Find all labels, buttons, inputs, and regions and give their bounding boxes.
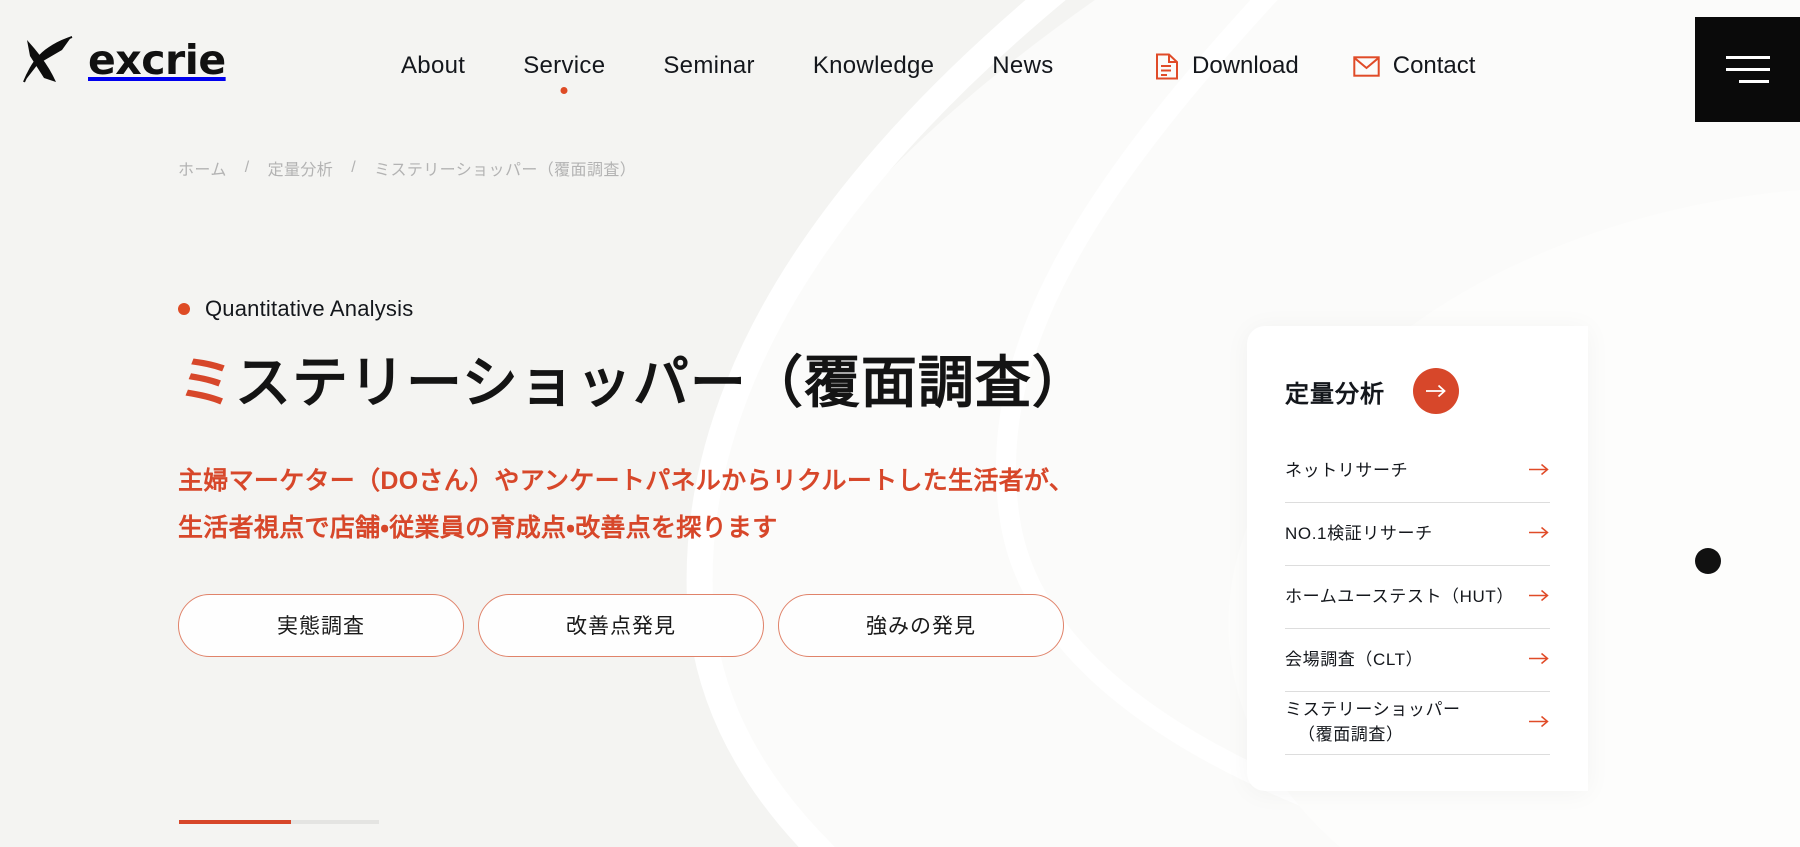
- hero-lead-line-1: 主婦マーケター（DOさん）やアンケートパネルからリクルートした生活者が、: [178, 467, 1075, 496]
- service-link-label-multiline: ミステリーショッパー （覆面調査）: [1285, 698, 1465, 747]
- site-header: excrie About Service Seminar Knowledge N…: [0, 0, 1800, 122]
- breadcrumb-item-category[interactable]: 定量分析: [268, 156, 334, 180]
- tag-pill-label: 改善点発見: [566, 615, 676, 639]
- decorative-dot: [1695, 548, 1721, 574]
- nav-item-seminar[interactable]: Seminar: [634, 52, 783, 80]
- hero-lead-line-2: 生活者視点で店舗・従業員の育成点・改善点を探ります: [178, 513, 778, 542]
- breadcrumb-item-home[interactable]: ホーム: [178, 156, 227, 180]
- tag-pill-kaizenten-hakken[interactable]: 改善点発見: [478, 593, 764, 657]
- hero-section: Quantitative Analysis ミステリーショッパー（覆面調査） 主…: [178, 296, 1208, 657]
- tag-pill-tsuyomi-no-hakken[interactable]: 強みの発見: [778, 593, 1064, 657]
- tag-pill-jittai-chosa[interactable]: 実態調査: [178, 593, 464, 657]
- service-card-header: 定量分析: [1285, 368, 1550, 414]
- arrow-right-icon: [1528, 459, 1550, 484]
- arrow-right-icon: [1528, 522, 1550, 547]
- brand-logo[interactable]: excrie: [22, 34, 226, 86]
- carousel-progress-bar[interactable]: [179, 820, 379, 824]
- service-link-home-use-test[interactable]: ホームユーステスト（HUT）: [1285, 566, 1550, 629]
- tag-pill-label: 強みの発見: [866, 615, 976, 639]
- primary-navigation: About Service Seminar Knowledge News: [372, 52, 1083, 94]
- hero-eyebrow: Quantitative Analysis: [178, 296, 1208, 322]
- service-link-label: ネットリサーチ: [1285, 460, 1409, 480]
- service-link-label: ミステリーショッパー: [1285, 700, 1461, 720]
- utility-link-label: Contact: [1392, 52, 1476, 79]
- arrow-right-icon: [1528, 711, 1550, 736]
- active-indicator-dot: [560, 87, 568, 94]
- breadcrumb: ホーム / 定量分析 / ミステリーショッパー（覆面調査）: [178, 156, 636, 180]
- utility-navigation: Download Contact: [1155, 52, 1475, 80]
- hero-lead-text: 主婦マーケター（DOさん）やアンケートパネルからリクルートした生活者が、 生活者…: [178, 458, 1208, 551]
- nav-item-label: Seminar: [663, 52, 755, 79]
- utility-link-contact[interactable]: Contact: [1353, 52, 1476, 80]
- page-title-rest: ステリーショッパー（覆面調査）: [235, 351, 1089, 416]
- nav-item-label: Knowledge: [812, 52, 935, 79]
- tag-pill-label: 実態調査: [277, 615, 365, 639]
- service-link-label: 会場調査（CLT）: [1285, 649, 1424, 669]
- service-link-label: ホームユーステスト（HUT）: [1285, 586, 1514, 606]
- nav-item-service[interactable]: Service: [494, 52, 634, 94]
- bullet-dot-icon: [178, 303, 190, 315]
- hero-eyebrow-label: Quantitative Analysis: [205, 296, 414, 321]
- service-card-title: 定量分析: [1285, 380, 1385, 408]
- carousel-progress-fill: [179, 820, 291, 824]
- menu-bar-bottom: [1739, 80, 1769, 83]
- nav-item-label: News: [992, 52, 1054, 79]
- hero-tag-list: 実態調査 改善点発見 強みの発見: [178, 593, 1208, 657]
- mail-icon: [1353, 55, 1380, 77]
- menu-bar-top: [1725, 56, 1770, 59]
- nav-item-knowledge[interactable]: Knowledge: [784, 52, 963, 80]
- service-link-label-secondline: （覆面調査）: [1298, 725, 1404, 744]
- service-link-mystery-shopper[interactable]: ミステリーショッパー （覆面調査）: [1285, 692, 1550, 755]
- breadcrumb-item-current: ミステリーショッパー（覆面調査）: [374, 162, 637, 179]
- arrow-right-circle-icon[interactable]: [1413, 368, 1459, 414]
- page-title-accent: ミ: [178, 351, 235, 416]
- arrow-mark-logo-icon: [22, 34, 80, 86]
- brand-wordmark: excrie: [88, 35, 226, 84]
- utility-link-download[interactable]: Download: [1155, 52, 1299, 80]
- hamburger-menu-icon[interactable]: [1695, 17, 1800, 122]
- utility-link-label: Download: [1192, 52, 1299, 79]
- nav-item-label: Service: [523, 52, 606, 79]
- service-link-clt[interactable]: 会場調査（CLT）: [1285, 629, 1550, 692]
- nav-item-about[interactable]: About: [372, 52, 494, 80]
- breadcrumb-separator: /: [244, 159, 250, 176]
- service-category-card: 定量分析 ネットリサーチ NO.1検証リサーチ ホームユーステスト（HUT） 会…: [1247, 326, 1588, 791]
- service-link-no1-verification[interactable]: NO.1検証リサーチ: [1285, 503, 1550, 566]
- nav-item-label: About: [401, 52, 466, 79]
- arrow-right-icon: [1528, 648, 1550, 673]
- arrow-right-icon: [1528, 585, 1550, 610]
- service-link-net-research[interactable]: ネットリサーチ: [1285, 440, 1550, 503]
- page-title: ミステリーショッパー（覆面調査）: [178, 351, 1208, 416]
- document-icon: [1155, 53, 1179, 80]
- service-link-label: NO.1検証リサーチ: [1285, 523, 1433, 543]
- nav-item-news[interactable]: News: [963, 52, 1082, 80]
- menu-bar-middle: [1725, 68, 1770, 71]
- breadcrumb-separator: /: [351, 159, 357, 176]
